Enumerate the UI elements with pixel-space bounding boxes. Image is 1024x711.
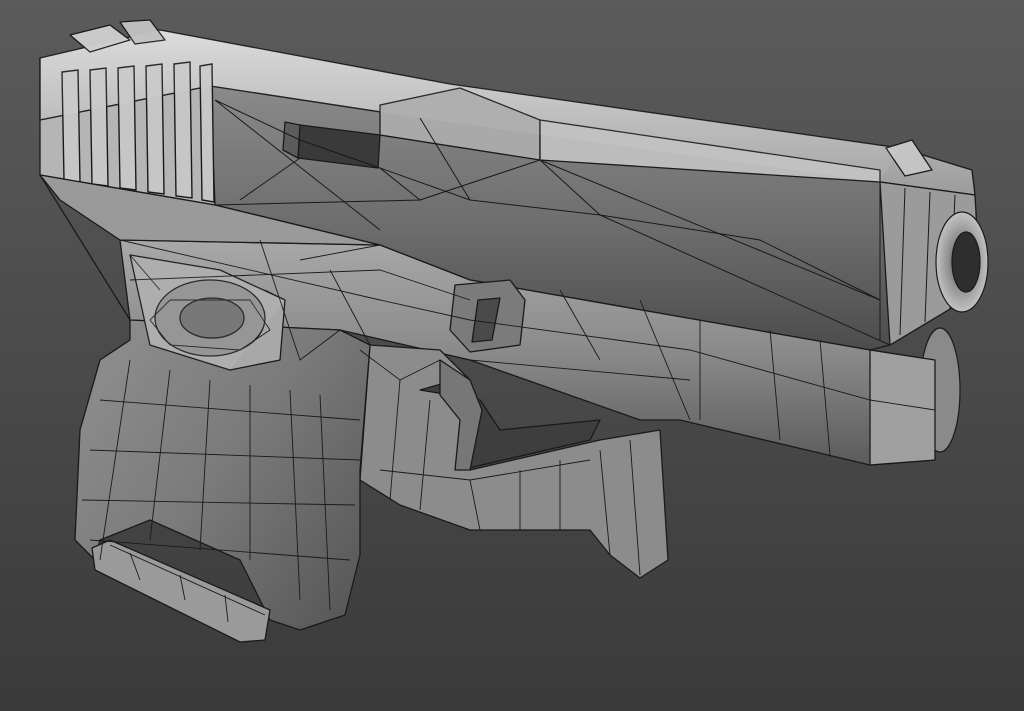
pistol-render	[0, 0, 1024, 711]
render-viewport	[0, 0, 1024, 711]
